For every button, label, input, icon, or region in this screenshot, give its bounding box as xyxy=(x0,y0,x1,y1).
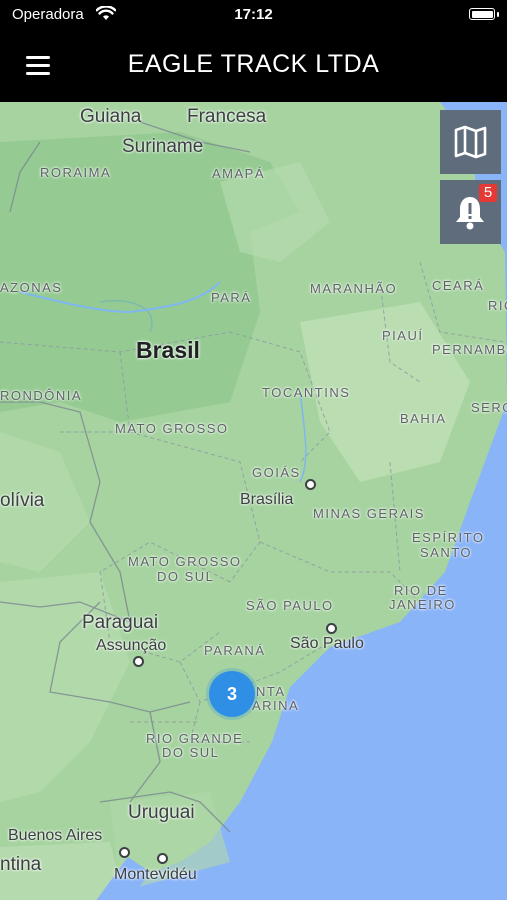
map-label-mato-grosso: MATO GROSSO xyxy=(115,421,229,436)
map-label-uruguai: Uruguai xyxy=(128,802,195,823)
map-label-tocantins: TOCANTINS xyxy=(262,385,351,400)
battery-icon xyxy=(469,8,495,20)
map-label-pernambuco: PERNAMBU xyxy=(432,342,507,357)
city-marker-assuncao xyxy=(133,656,144,667)
city-marker-montevideu xyxy=(157,853,168,864)
map-view[interactable]: Guiana Francesa Suriname RORAIMA AMAPÁ A… xyxy=(0,102,507,900)
city-marker-buenos-aires xyxy=(119,847,130,858)
map-label-roraima: RORAIMA xyxy=(40,165,112,180)
map-label-argentina: ntina xyxy=(0,854,42,875)
map-label-mato-grosso-sul-2: DO SUL xyxy=(157,569,215,584)
map-label-amapa: AMAPÁ xyxy=(212,166,266,181)
map-label-brasil: Brasil xyxy=(136,337,200,363)
map-label-ceara: CEARÁ xyxy=(432,278,485,293)
map-icon xyxy=(454,125,487,159)
clock: 17:12 xyxy=(234,6,273,23)
map-label-amazonas: AZONAS xyxy=(0,280,63,295)
city-marker-brasilia xyxy=(305,479,316,490)
map-label-rio-grande-norte: RIO xyxy=(488,298,507,313)
map-label-rondonia: RONDÔNIA xyxy=(0,388,83,403)
map-label-assuncao: Assunção xyxy=(96,637,167,654)
map-label-piaui: PIAUÍ xyxy=(382,328,424,343)
map-label-goias: GOIÁS xyxy=(252,465,301,480)
battery-cap xyxy=(497,12,499,17)
alerts-count-badge: 5 xyxy=(479,184,497,202)
map-label-santa-catarina-2: ARINA xyxy=(252,698,300,713)
page-title: EAGLE TRACK LTDA xyxy=(127,50,380,78)
map-label-bolivia: olívia xyxy=(0,490,45,511)
map-label-guiana: Guiana xyxy=(80,106,142,127)
map-label-rio-grande-sul-2: DO SUL xyxy=(162,745,220,760)
map-label-paraguai: Paraguai xyxy=(82,612,159,633)
alerts-button[interactable]: 5 xyxy=(440,180,501,244)
map-label-montevideu: Montevidéu xyxy=(114,866,197,883)
map-type-button[interactable] xyxy=(440,110,501,174)
vehicle-cluster-marker[interactable]: 3 xyxy=(209,671,255,717)
map-label-espirito-santo: ESPÍRITO xyxy=(412,530,485,545)
map-label-sao-paulo-state: SÃO PAULO xyxy=(246,598,334,613)
map-label-brasilia: Brasília xyxy=(240,491,294,508)
map-label-buenos-aires: Buenos Aires xyxy=(8,827,103,844)
status-bar: Operadora 17:12 xyxy=(0,0,507,30)
app-header: EAGLE TRACK LTDA xyxy=(0,30,507,102)
map-label-francesa: Francesa xyxy=(187,106,267,127)
map-label-mato-grosso-sul: MATO GROSSO xyxy=(128,554,242,569)
map-label-maranhao: MARANHÃO xyxy=(310,281,398,296)
city-marker-sao-paulo xyxy=(326,623,337,634)
map-label-para: PARÁ xyxy=(211,290,252,305)
map-label-sao-paulo: São Paulo xyxy=(290,635,364,652)
map-label-espirito-santo-2: SANTO xyxy=(420,545,473,560)
map-label-parana: PARANÁ xyxy=(204,643,266,658)
map-label-bahia: BAHIA xyxy=(400,411,447,426)
map-label-rio-janeiro-2: JANEIRO xyxy=(389,597,456,612)
map-label-sergipe: SERG xyxy=(471,400,507,415)
map-label-minas-gerais: MINAS GERAIS xyxy=(313,506,425,521)
map-label-suriname: Suriname xyxy=(122,136,204,157)
